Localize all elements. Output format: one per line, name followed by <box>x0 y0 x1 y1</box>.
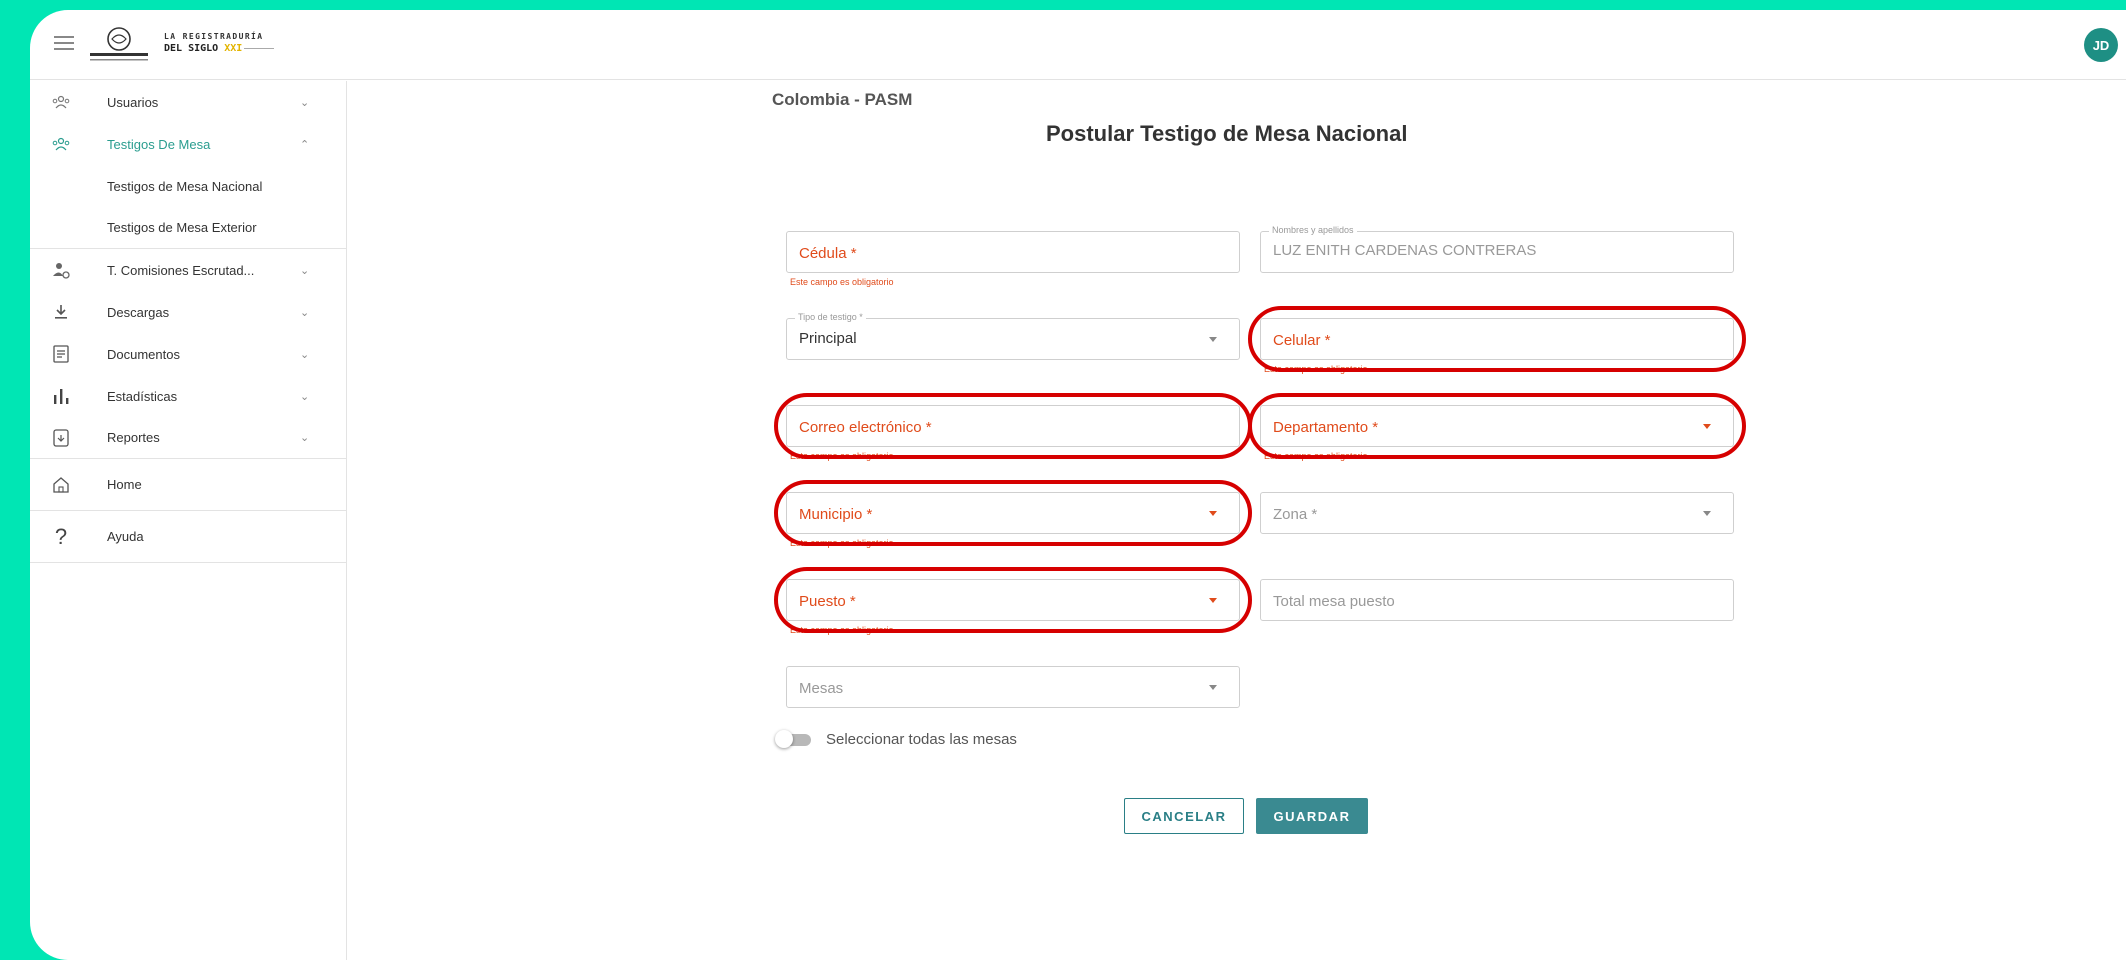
logo-line2: DEL SIGLO XXI <box>164 43 275 54</box>
celular-field[interactable]: Celular * <box>1260 318 1734 360</box>
puesto-error: Este campo es obligatorio <box>790 625 894 635</box>
chevron-down-icon: ⌄ <box>300 264 310 277</box>
tipo-testigo-label: Tipo de testigo * <box>795 312 866 322</box>
help-icon: ? <box>54 523 68 549</box>
sidebar-item-usuarios[interactable]: Usuarios ⌄ <box>30 81 346 123</box>
caret-down-icon <box>1209 685 1217 690</box>
chevron-down-icon: ⌄ <box>300 96 310 109</box>
chevron-down-icon: ⌄ <box>300 390 310 403</box>
seal-icon <box>90 27 148 61</box>
sidebar-item-label: Usuarios <box>107 94 159 110</box>
chevron-down-icon: ⌄ <box>300 348 310 361</box>
zona-placeholder: Zona * <box>1273 506 1318 523</box>
sidebar-item-descargas[interactable]: Descargas ⌄ <box>30 291 346 333</box>
sidebar-item-estadisticas[interactable]: Estadísticas ⌄ <box>30 375 346 417</box>
correo-placeholder: Correo electrónico * <box>799 419 932 436</box>
zona-select[interactable]: Zona * <box>1260 492 1734 534</box>
sidebar-item-label: Descargas <box>107 304 170 320</box>
celular-error: Este campo es obligatorio <box>1264 364 1368 374</box>
tipo-testigo-value: Principal <box>799 330 857 347</box>
sidebar-item-label: T. Comisiones Escrutad... <box>107 262 255 278</box>
report-icon <box>50 427 72 449</box>
sidebar-item-label: Reportes <box>107 430 160 445</box>
caret-down-icon <box>1209 598 1217 603</box>
total-mesa-field[interactable]: Total mesa puesto <box>1260 579 1734 621</box>
country-label: Colombia - PASM <box>772 90 913 109</box>
person-settings-icon <box>50 259 72 281</box>
caret-down-icon <box>1209 511 1217 516</box>
sidebar-item-testigos-de-mesa[interactable]: Testigos De Mesa ⌃ <box>30 123 346 165</box>
select-all-label: Seleccionar todas las mesas <box>826 731 1017 748</box>
sidebar-item-home[interactable]: Home <box>30 459 346 511</box>
puesto-select[interactable]: Puesto * <box>786 579 1240 621</box>
top-bar: LA REGISTRADURÍA DEL SIGLO XXI JD <box>30 10 2126 80</box>
departamento-error: Este campo es obligatorio <box>1264 451 1368 461</box>
mesas-placeholder: Mesas <box>799 680 844 697</box>
nombres-label: Nombres y apellidos <box>1269 225 1357 235</box>
sidebar-subitem-exterior[interactable]: Testigos de Mesa Exterior <box>30 207 346 249</box>
chevron-down-icon: ⌄ <box>300 432 310 444</box>
caret-down-icon <box>1703 424 1711 429</box>
chevron-up-icon: ⌃ <box>300 138 310 151</box>
tipo-testigo-select[interactable]: Tipo de testigo * Principal <box>786 312 1240 360</box>
correo-error: Este campo es obligatorio <box>790 451 894 461</box>
nombres-field: Nombres y apellidos LUZ ENITH CARDENAS C… <box>1260 225 1734 273</box>
cedula-error: Este campo es obligatorio <box>790 277 894 287</box>
sidebar-item-label: Estadísticas <box>107 388 178 404</box>
chevron-down-icon: ⌄ <box>300 306 310 319</box>
save-button[interactable]: GUARDAR <box>1256 798 1368 834</box>
departamento-select[interactable]: Departamento * <box>1260 405 1734 447</box>
departamento-placeholder: Departamento * <box>1273 419 1379 436</box>
users-icon <box>50 133 72 155</box>
sidebar-item-ayuda[interactable]: ? Ayuda <box>30 511 346 563</box>
sidebar: Usuarios ⌄ Testigos De Mesa ⌃ Testigos d… <box>30 81 347 960</box>
cedula-field[interactable]: Cédula * <box>786 231 1240 273</box>
nombres-value: LUZ ENITH CARDENAS CONTRERAS <box>1273 242 1537 259</box>
select-all-toggle[interactable] <box>775 730 815 748</box>
correo-field[interactable]: Correo electrónico * <box>786 405 1240 447</box>
home-icon <box>50 474 72 496</box>
sidebar-item-label: Testigos De Mesa <box>107 136 211 152</box>
toggle-knob <box>775 730 793 748</box>
municipio-placeholder: Municipio * <box>799 506 873 523</box>
download-icon <box>50 301 72 323</box>
sidebar-item-reportes[interactable]: Reportes ⌄ <box>30 417 346 459</box>
sidebar-item-documentos[interactable]: Documentos ⌄ <box>30 333 346 375</box>
caret-down-icon <box>1209 337 1217 342</box>
sidebar-item-comisiones[interactable]: T. Comisiones Escrutad... ⌄ <box>30 249 346 291</box>
sidebar-item-label: Documentos <box>107 346 180 362</box>
logo-line2-text: DEL SIGLO <box>164 43 219 54</box>
total-mesa-placeholder: Total mesa puesto <box>1273 593 1395 610</box>
page-title: Postular Testigo de Mesa Nacional <box>1046 121 1408 146</box>
sidebar-subitem-nacional[interactable]: Testigos de Mesa Nacional <box>30 165 346 207</box>
user-avatar[interactable]: JD <box>2084 28 2118 62</box>
registraduria-logo[interactable]: LA REGISTRADURÍA DEL SIGLO XXI <box>88 24 288 66</box>
municipio-select[interactable]: Municipio * <box>786 492 1240 534</box>
sidebar-item-label: Home <box>107 477 142 492</box>
municipio-error: Este campo es obligatorio <box>790 538 894 548</box>
puesto-placeholder: Puesto * <box>799 593 856 610</box>
app-window: LA REGISTRADURÍA DEL SIGLO XXI JD Usuari… <box>30 10 2126 960</box>
mesas-select[interactable]: Mesas <box>786 666 1240 708</box>
cedula-placeholder: Cédula * <box>799 245 857 262</box>
sidebar-item-label: Ayuda <box>107 529 144 544</box>
bar-chart-icon <box>50 385 72 407</box>
logo-line2-accent: XXI <box>224 43 243 54</box>
caret-down-icon <box>1703 511 1711 516</box>
users-icon <box>50 91 72 113</box>
menu-icon[interactable] <box>54 36 74 52</box>
celular-placeholder: Celular * <box>1273 332 1331 349</box>
logo-line1: LA REGISTRADURÍA <box>164 32 264 41</box>
cancel-button[interactable]: CANCELAR <box>1124 798 1244 834</box>
document-icon <box>50 343 72 365</box>
